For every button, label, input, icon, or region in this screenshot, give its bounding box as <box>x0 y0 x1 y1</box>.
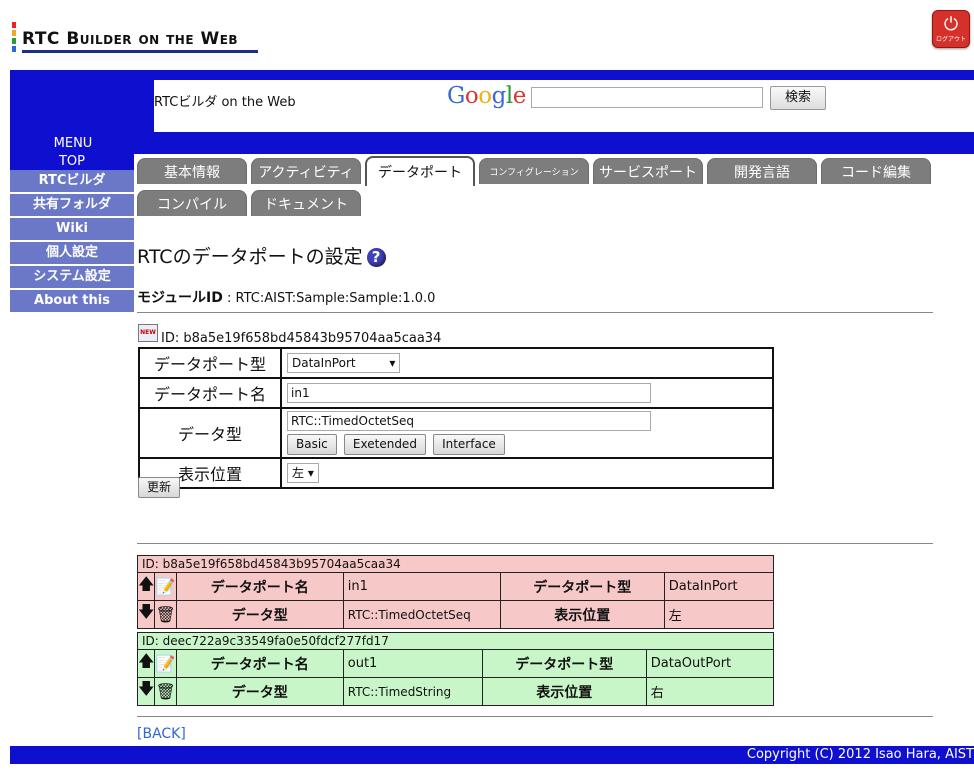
position-header: 表示位置 <box>499 600 665 629</box>
sidebar-item-wiki[interactable]: Wiki <box>10 218 134 242</box>
search-button[interactable]: 検索 <box>770 86 826 110</box>
page-title-text: RTCのデータポートの設定 <box>137 246 363 268</box>
sidebar-item-top[interactable]: TOP <box>10 154 134 170</box>
footer: Copyright (C) 2012 Isao Hara, AIST <box>10 746 974 764</box>
data-type-input[interactable]: RTC::TimedOctetSeq <box>287 411 651 431</box>
logo-mark <box>12 22 16 52</box>
data-type-label: データ型 <box>138 407 282 459</box>
tab-activity[interactable]: アクティビティ <box>251 158 361 184</box>
logout-label: ログアウト <box>935 36 966 43</box>
google-logo: Google <box>447 83 526 109</box>
interface-button[interactable]: Interface <box>433 434 505 455</box>
site-title: RTCビルダ on the Web <box>154 95 296 110</box>
port-name-value: in1 <box>342 572 501 601</box>
port-id: ID: b8a5e19f658bd45843b95704aa5caa34 <box>137 555 774 573</box>
search-input[interactable] <box>531 87 763 108</box>
back-link[interactable]: [BACK] <box>137 726 186 742</box>
port-type-header: データポート型 <box>499 572 665 601</box>
divider <box>137 543 933 544</box>
arrow-down-icon[interactable]: 🡇 <box>136 600 156 629</box>
data-type-header: データ型 <box>175 600 344 629</box>
sidebar-item-system-settings[interactable]: システム設定 <box>10 266 134 290</box>
port-name-label: データポート名 <box>138 377 282 409</box>
port-name-value: out1 <box>342 649 483 678</box>
position-header: 表示位置 <box>481 677 647 706</box>
port-type-select[interactable]: DataInPort ▾ <box>287 353 401 373</box>
port-type-value: DataInPort <box>663 572 775 601</box>
tab-language[interactable]: 開発言語 <box>707 158 817 184</box>
port-type-label: データポート型 <box>138 347 282 379</box>
menu-label: MENU <box>53 136 93 151</box>
tab-code-edit[interactable]: コード編集 <box>821 158 931 184</box>
new-icon: NEW <box>138 324 158 342</box>
help-icon[interactable]: ? <box>366 248 386 267</box>
arrow-down-icon[interactable]: 🡇 <box>136 677 156 706</box>
data-type-value: RTC::TimedOctetSeq <box>342 600 501 629</box>
tab-configuration[interactable]: コンフィグレーション <box>479 158 589 184</box>
chevron-down-icon: ▾ <box>307 466 314 480</box>
sidebar-item-shared-folder[interactable]: 共有フォルダ <box>10 194 134 218</box>
basic-button[interactable]: Basic <box>287 434 337 455</box>
logo-text: RTC Builder on the Web <box>22 29 239 49</box>
edit-icon[interactable]: 📝 <box>154 572 177 601</box>
logo-underline <box>22 50 258 53</box>
dataport-form: データポート型 DataInPort ▾ データポート名 in1 データ型 RT… <box>138 347 774 489</box>
data-type-header: データ型 <box>175 677 344 706</box>
divider <box>137 716 933 717</box>
sidebar-item-about[interactable]: About this <box>10 290 134 314</box>
port-id: ID: deec722a9c33549fa0e50fdcf277fd17 <box>137 632 774 650</box>
tab-document[interactable]: ドキュメント <box>251 190 361 216</box>
module-id: モジュールID : RTC:AIST:Sample:Sample:1.0.0 <box>137 287 435 307</box>
port-name-header: データポート名 <box>175 649 344 678</box>
module-id-value: : RTC:AIST:Sample:Sample:1.0.0 <box>227 291 436 306</box>
chevron-down-icon: ▾ <box>389 356 396 370</box>
arrow-up-icon[interactable]: 🡅 <box>136 572 156 601</box>
tab-data-port[interactable]: データポート <box>365 156 475 186</box>
sidebar-item-rtc-builder[interactable]: RTCビルダ <box>10 170 134 194</box>
position-value: 右 <box>645 677 775 706</box>
trash-icon[interactable]: 🗑 <box>154 600 177 629</box>
position-value: 左 <box>663 600 775 629</box>
tab-basic-info[interactable]: 基本情報 <box>137 158 247 184</box>
sidebar-item-personal-settings[interactable]: 個人設定 <box>10 242 134 266</box>
page-title: RTCのデータポートの設定? <box>137 242 386 269</box>
module-id-label: モジュールID <box>137 290 223 306</box>
form-port-id: ID: b8a5e19f658bd45843b95704aa5caa34 <box>161 331 442 346</box>
trash-icon[interactable]: 🗑 <box>154 677 177 706</box>
logout-button[interactable]: ⏻ ログアウト <box>932 10 970 48</box>
divider <box>137 312 933 313</box>
position-select[interactable]: 左 ▾ <box>287 463 319 483</box>
data-type-value: RTC::TimedString <box>342 677 483 706</box>
sidebar: TOP RTCビルダ 共有フォルダ Wiki 個人設定 システム設定 About… <box>10 154 134 314</box>
port-type-value: DataInPort <box>292 356 356 370</box>
port-type-value: DataOutPort <box>645 649 775 678</box>
tab-service-port[interactable]: サービスポート <box>593 158 703 184</box>
port-list-item: ID: b8a5e19f658bd45843b95704aa5caa34 🡅 📝… <box>136 555 775 629</box>
power-icon: ⏻ <box>943 14 959 35</box>
update-button[interactable]: 更新 <box>138 477 181 498</box>
arrow-up-icon[interactable]: 🡅 <box>136 649 156 678</box>
extended-button[interactable]: Exetended <box>343 434 426 455</box>
edit-icon[interactable]: 📝 <box>154 649 177 678</box>
port-name-header: データポート名 <box>175 572 344 601</box>
port-type-header: データポート型 <box>481 649 647 678</box>
port-name-input[interactable]: in1 <box>287 383 651 403</box>
port-list-item: ID: deec722a9c33549fa0e50fdcf277fd17 🡅 📝… <box>136 632 775 706</box>
position-value: 左 <box>292 466 305 480</box>
tab-compile[interactable]: コンパイル <box>137 190 247 216</box>
